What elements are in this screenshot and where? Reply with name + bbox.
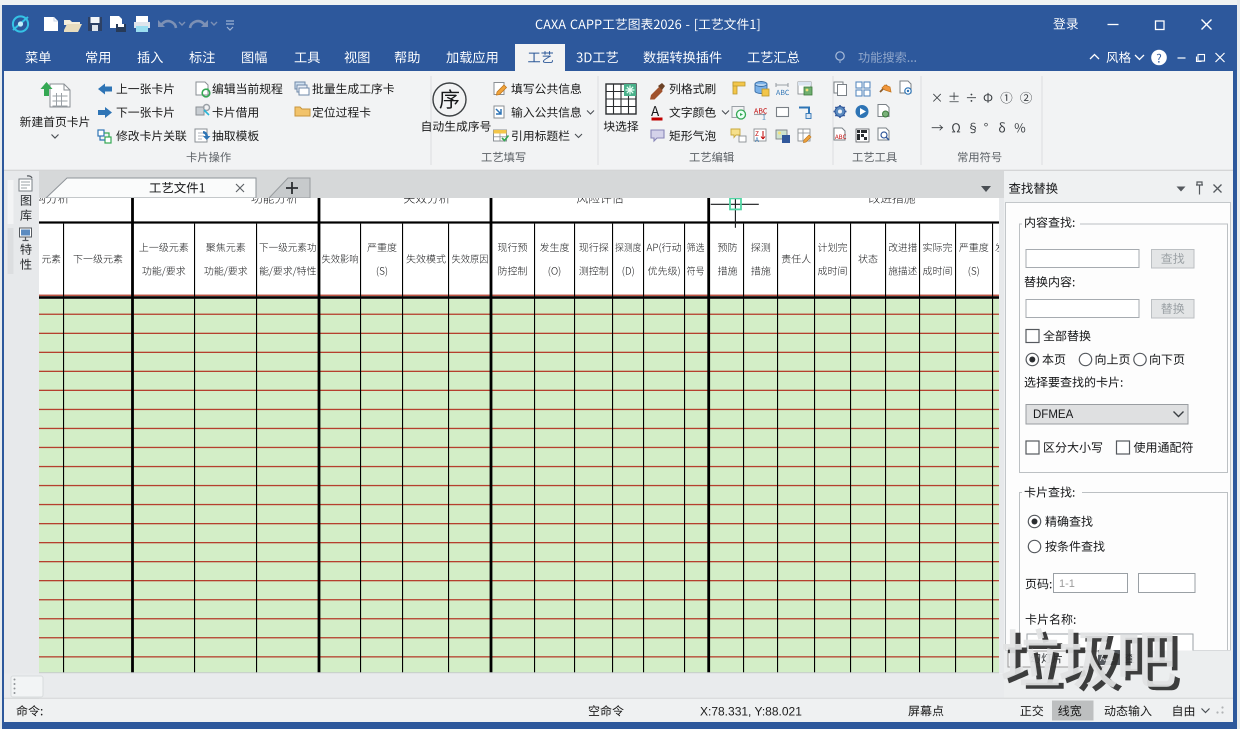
svg-text:1-1: 1-1 [1059, 578, 1075, 590]
svg-text:DFMEA: DFMEA [1033, 409, 1074, 421]
svg-text:X:78.331, Y:88.021: X:78.331, Y:88.021 [700, 704, 802, 718]
